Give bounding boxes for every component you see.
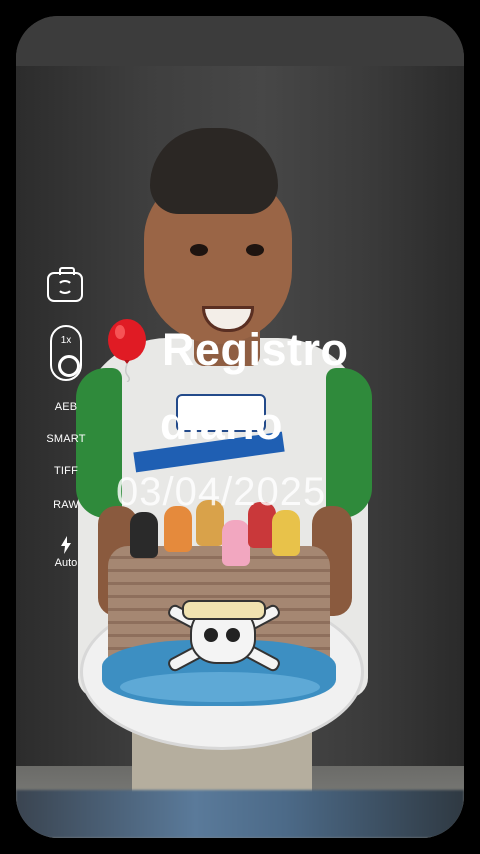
bottom-bar bbox=[16, 790, 464, 838]
right-sleeve bbox=[326, 368, 372, 518]
overlay-date: 03/04/2025 bbox=[116, 470, 327, 514]
flash-mode-label[interactable]: Auto bbox=[40, 557, 92, 569]
cake-topper-figure bbox=[272, 510, 300, 556]
camera-switch-icon[interactable] bbox=[47, 267, 83, 302]
overlay-title-line1: Registro bbox=[162, 324, 349, 375]
smart-option[interactable]: SMART bbox=[40, 433, 92, 445]
right-eye bbox=[246, 244, 264, 256]
flash-icon[interactable] bbox=[58, 536, 74, 554]
straw-hat-decoration bbox=[182, 600, 266, 620]
balloon-icon bbox=[106, 318, 150, 383]
overlay-title-line2: diário bbox=[160, 398, 283, 449]
left-eye bbox=[190, 244, 208, 256]
raw-option[interactable]: RAW bbox=[40, 499, 92, 511]
skull-eye bbox=[204, 628, 218, 642]
cake-topper-figure bbox=[130, 512, 158, 558]
zoom-knob bbox=[58, 355, 80, 377]
aeb-option[interactable]: AEB bbox=[40, 401, 92, 413]
zoom-toggle[interactable]: 1x bbox=[50, 325, 82, 381]
top-bar bbox=[16, 16, 464, 66]
zoom-label: 1x bbox=[60, 335, 72, 346]
skull-eye bbox=[226, 628, 240, 642]
cake-frosting-highlight bbox=[120, 672, 320, 702]
cake-topper-figure bbox=[222, 520, 250, 566]
tiff-option[interactable]: TIFF bbox=[40, 465, 92, 477]
